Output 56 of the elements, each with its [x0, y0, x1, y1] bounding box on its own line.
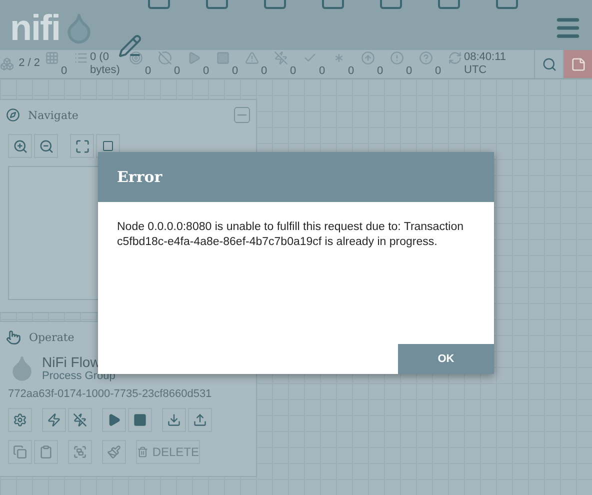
- warning-icon: [245, 50, 259, 64]
- compass-icon: [6, 108, 20, 122]
- status-count: 0: [290, 64, 298, 78]
- status-count: 0: [435, 64, 442, 78]
- group-id: 772aa63f-0174-1000-7735-23cf8660d531: [7, 387, 213, 402]
- status-count: 0: [319, 64, 326, 78]
- copy-icon: [13, 445, 27, 459]
- error-message: Node 0.0.0.0:8080 is unable to fulfill this request due to: Transaction c5fbd18c-e4fa-4a8e-86ef-4b7c7b0a19cf is already in progress.: [116, 220, 464, 250]
- square-icon: [102, 140, 114, 152]
- status-count: 0: [232, 64, 240, 78]
- status-count: 0 (0 bytes): [90, 51, 121, 77]
- logo-text: nifi: [10, 10, 60, 46]
- note-icon: [570, 56, 586, 72]
- grid-icon: [45, 50, 59, 64]
- status-count: 0: [174, 64, 182, 78]
- fit-button[interactable]: [70, 134, 94, 158]
- status-count: 0: [377, 64, 384, 78]
- search-icon: [542, 56, 556, 72]
- play-icon: [107, 413, 121, 427]
- status-count: 0: [406, 64, 414, 78]
- lightning-off-icon: [73, 413, 87, 427]
- stop-icon: [133, 413, 147, 427]
- play-button[interactable]: [102, 408, 126, 432]
- hand-icon: [6, 330, 21, 344]
- trash-icon: [137, 445, 148, 459]
- status-count: 0: [61, 64, 68, 78]
- lightning-off-button[interactable]: [68, 408, 92, 432]
- panel-title: Operate: [29, 330, 74, 344]
- zoom-in-icon: [12, 138, 28, 154]
- zoom-out-button[interactable]: [34, 134, 58, 158]
- status-count: 2 / 2: [18, 57, 40, 70]
- brush-icon: [107, 445, 121, 459]
- paste-icon: [39, 445, 53, 459]
- upload-icon: [193, 413, 207, 427]
- bulletin-button[interactable]: [563, 50, 592, 78]
- status-count: 0: [145, 64, 152, 78]
- zoom-in-button[interactable]: [8, 134, 32, 158]
- status-count: 08:40:11 UTC: [464, 51, 508, 77]
- dialog-title: Error: [117, 168, 162, 186]
- zoom-out-icon: [38, 138, 54, 154]
- status-count: 0: [348, 64, 356, 78]
- upload-button[interactable]: [188, 408, 212, 432]
- status-count: 0: [203, 64, 210, 78]
- stop-button[interactable]: [128, 408, 152, 432]
- group-icon: [73, 445, 87, 459]
- panel-title: Navigate: [28, 108, 78, 122]
- refresh-icon[interactable]: [448, 51, 462, 65]
- lightning-icon: [47, 413, 61, 427]
- collapse-icon[interactable]: [234, 107, 250, 123]
- cluster-icon: [0, 57, 14, 71]
- gear-button[interactable]: [8, 408, 32, 432]
- lightning-button[interactable]: [42, 408, 66, 432]
- ok-button[interactable]: OK: [398, 344, 494, 374]
- expand-icon: [74, 138, 90, 154]
- status-count: 0: [261, 64, 268, 78]
- gear-icon: [13, 413, 27, 427]
